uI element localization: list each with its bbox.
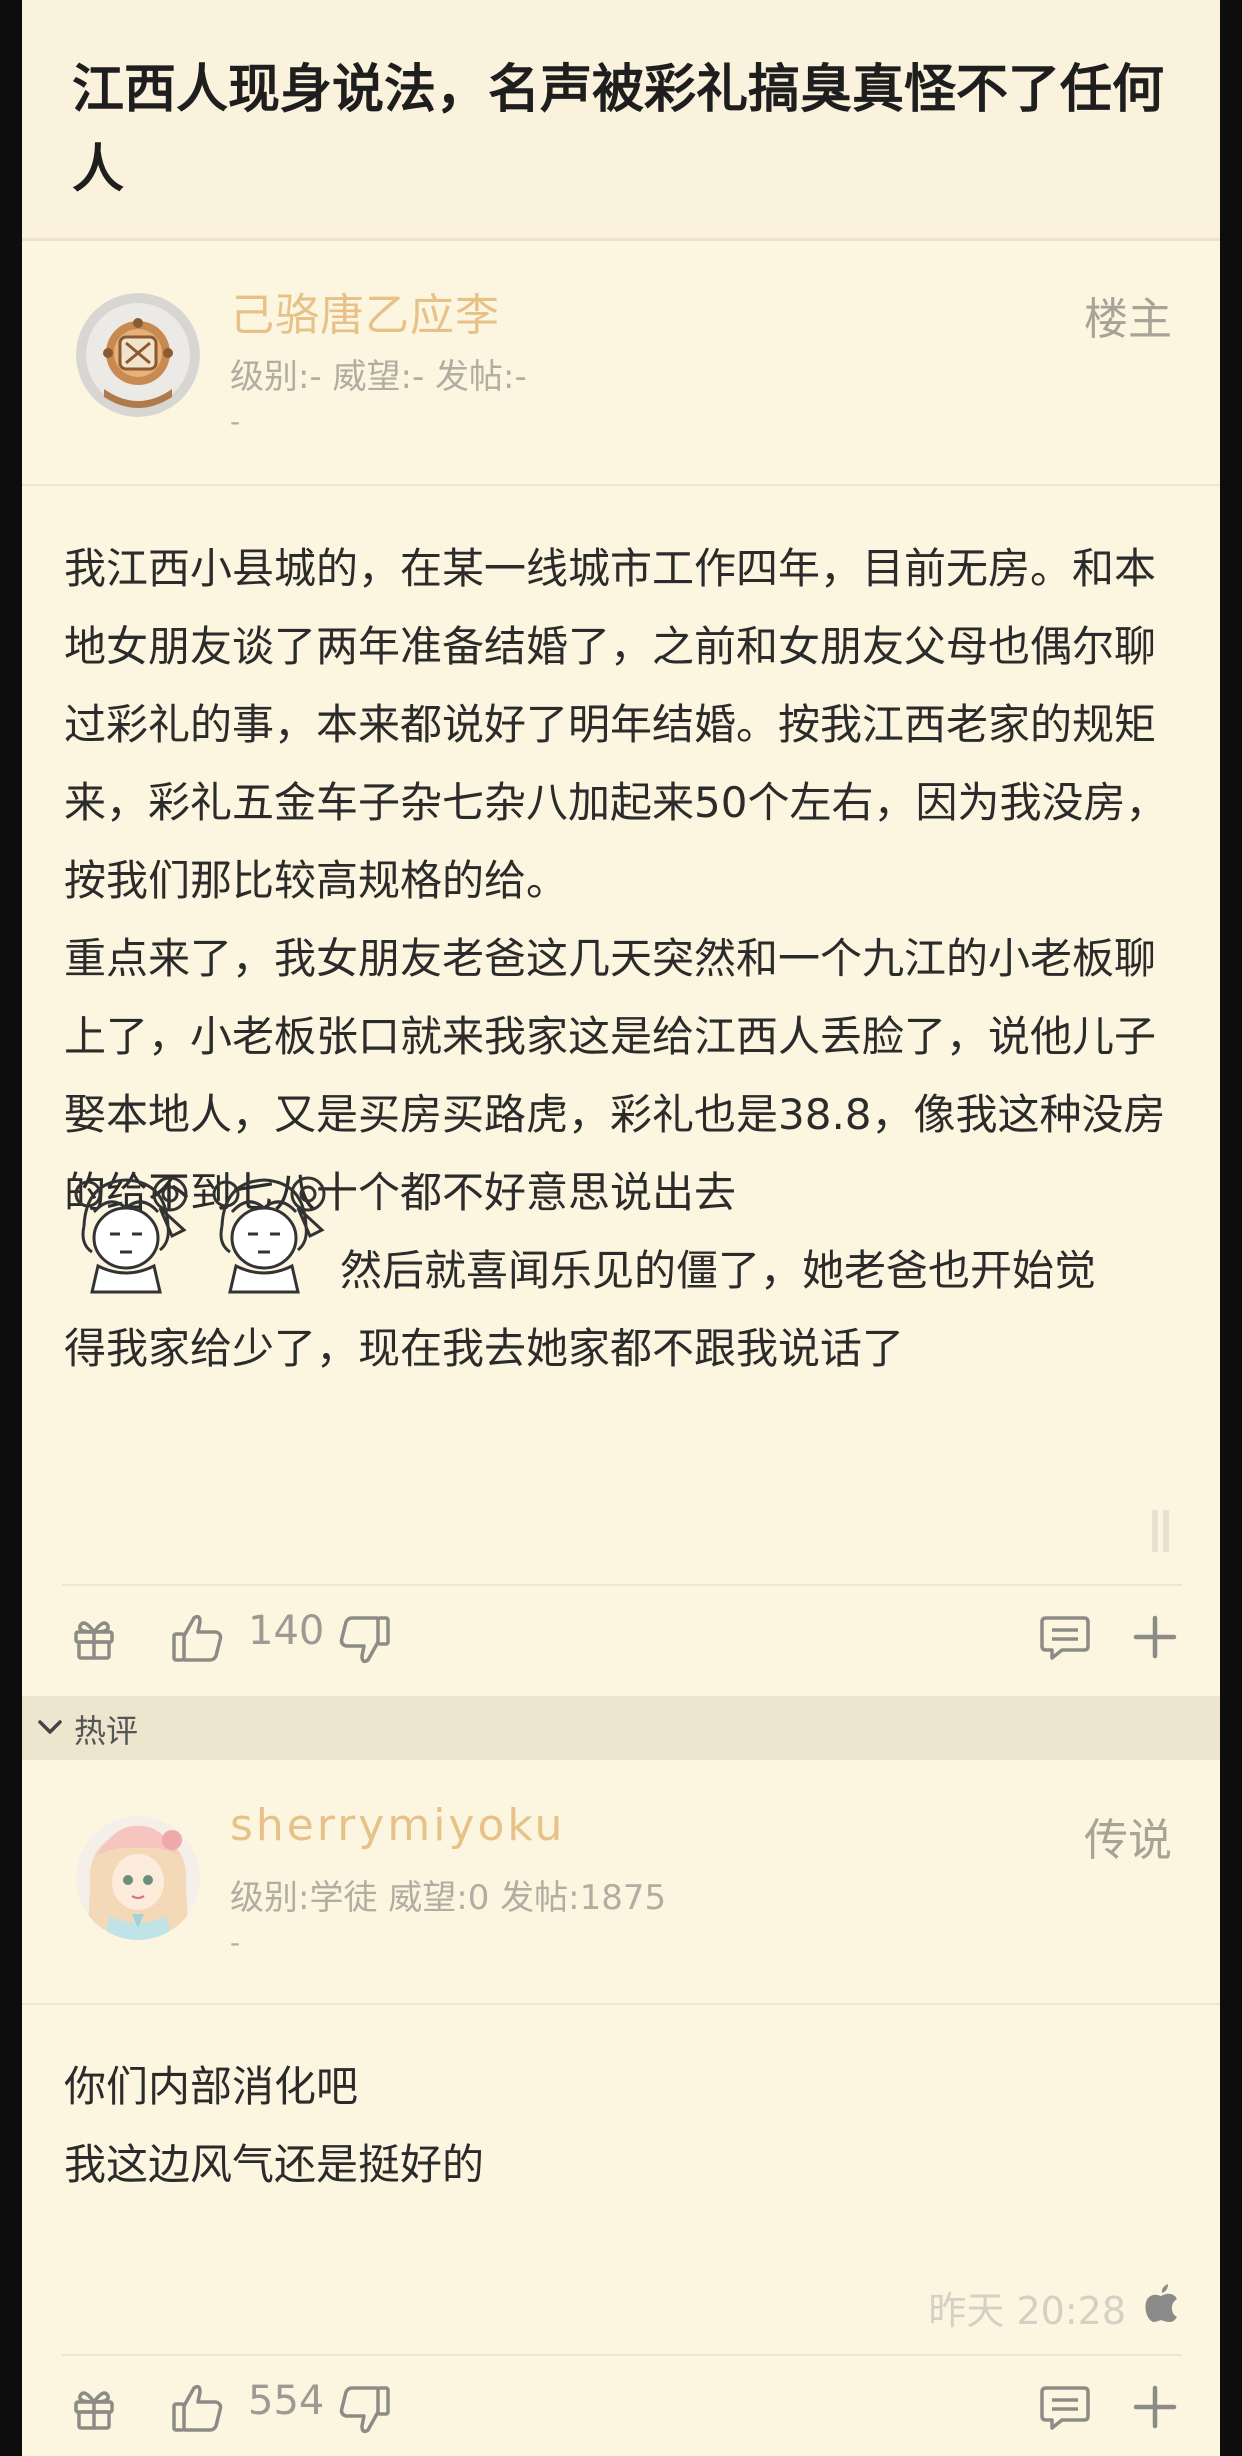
hot-comments-bar[interactable]: 热评 xyxy=(22,1696,1220,1760)
op-paragraph: 我江西小县城的，在某一线城市工作四年，目前无房。和本地女朋友谈了两年准备结婚了，… xyxy=(64,544,1168,905)
sticker-anime-girl xyxy=(212,1176,326,1294)
title-bar: 江西人现身说法，名声被彩礼搞臭真怪不了任何人 xyxy=(22,0,1220,241)
reply-content: 你们内部消化吧 我这边风气还是挺好的 xyxy=(64,2048,1184,2204)
op-content: 我江西小县城的，在某一线城市工作四年，目前无房。和本地女朋友谈了两年准备结婚了，… xyxy=(64,530,1184,1388)
divider xyxy=(22,484,1220,486)
reply-timestamp: 昨天 20:28 xyxy=(928,2289,1126,2333)
reply-line: 你们内部消化吧 xyxy=(64,2062,359,2111)
avatar[interactable] xyxy=(76,1816,200,1940)
thread-title: 江西人现身说法，名声被彩礼搞臭真怪不了任何人 xyxy=(72,60,1165,200)
username[interactable]: sherrymiyoku xyxy=(230,1800,565,1851)
thumb-down-icon[interactable] xyxy=(336,2382,392,2438)
user-stats: 级别:学徒 威望:0 发帖:1875 xyxy=(230,1878,667,1918)
avatar-anime-girl xyxy=(76,1816,200,1940)
apple-icon xyxy=(1145,2284,1177,2322)
like-count: 554 xyxy=(248,2378,325,2424)
sticker-anime-girl xyxy=(74,1176,188,1294)
thread-page: 江西人现身说法，名声被彩礼搞臭真怪不了任何人 己骆唐乙应李 级别:- 威望:- … xyxy=(22,0,1220,2456)
plus-icon[interactable] xyxy=(1132,2384,1178,2430)
reply-action-bar: 554 xyxy=(22,2356,1220,2456)
role-badge: 楼主 xyxy=(1084,294,1172,345)
comment-icon[interactable] xyxy=(1040,2384,1090,2432)
divider xyxy=(22,2003,1220,2005)
emoji-row: 然后就喜闻乐见的僵了，她老爸也开始觉 xyxy=(64,1176,1184,1310)
user-extra: - xyxy=(230,405,241,438)
gift-icon[interactable] xyxy=(70,2384,118,2432)
reply-line: 我这边风气还是挺好的 xyxy=(64,2140,485,2189)
watermark-icon xyxy=(1152,1510,1169,1552)
op-action-bar: 140 xyxy=(22,1586,1220,1696)
role-badge: 传说 xyxy=(1084,1815,1172,1866)
op-last-line: 得我家给少了，现在我去她家都不跟我说话了 xyxy=(64,1324,905,1373)
like-count: 140 xyxy=(248,1608,325,1654)
username[interactable]: 己骆唐乙应李 xyxy=(230,279,500,343)
thumb-up-icon[interactable] xyxy=(170,2380,226,2436)
thumb-down-icon[interactable] xyxy=(336,1612,392,1668)
hot-comments-label: 热评 xyxy=(74,1712,139,1750)
gift-icon[interactable] xyxy=(70,1614,118,1662)
chevron-down-icon[interactable] xyxy=(36,1718,64,1738)
op-header: 己骆唐乙应李 级别:- 威望:- 发帖:- - 楼主 xyxy=(22,241,1220,481)
op-emoji-line: 然后就喜闻乐见的僵了，她老爸也开始觉 xyxy=(340,1246,1097,1295)
plus-icon[interactable] xyxy=(1132,1614,1178,1660)
avatar-diving-helmet xyxy=(76,293,200,417)
avatar[interactable] xyxy=(76,293,200,417)
comment-icon[interactable] xyxy=(1040,1614,1090,1662)
reply-header: sherrymiyoku 级别:学徒 威望:0 发帖:1875 - 传说 xyxy=(22,1762,1220,2002)
user-extra: - xyxy=(230,1926,241,1959)
thumb-up-icon[interactable] xyxy=(170,1610,226,1666)
user-stats: 级别:- 威望:- 发帖:- xyxy=(230,357,527,397)
